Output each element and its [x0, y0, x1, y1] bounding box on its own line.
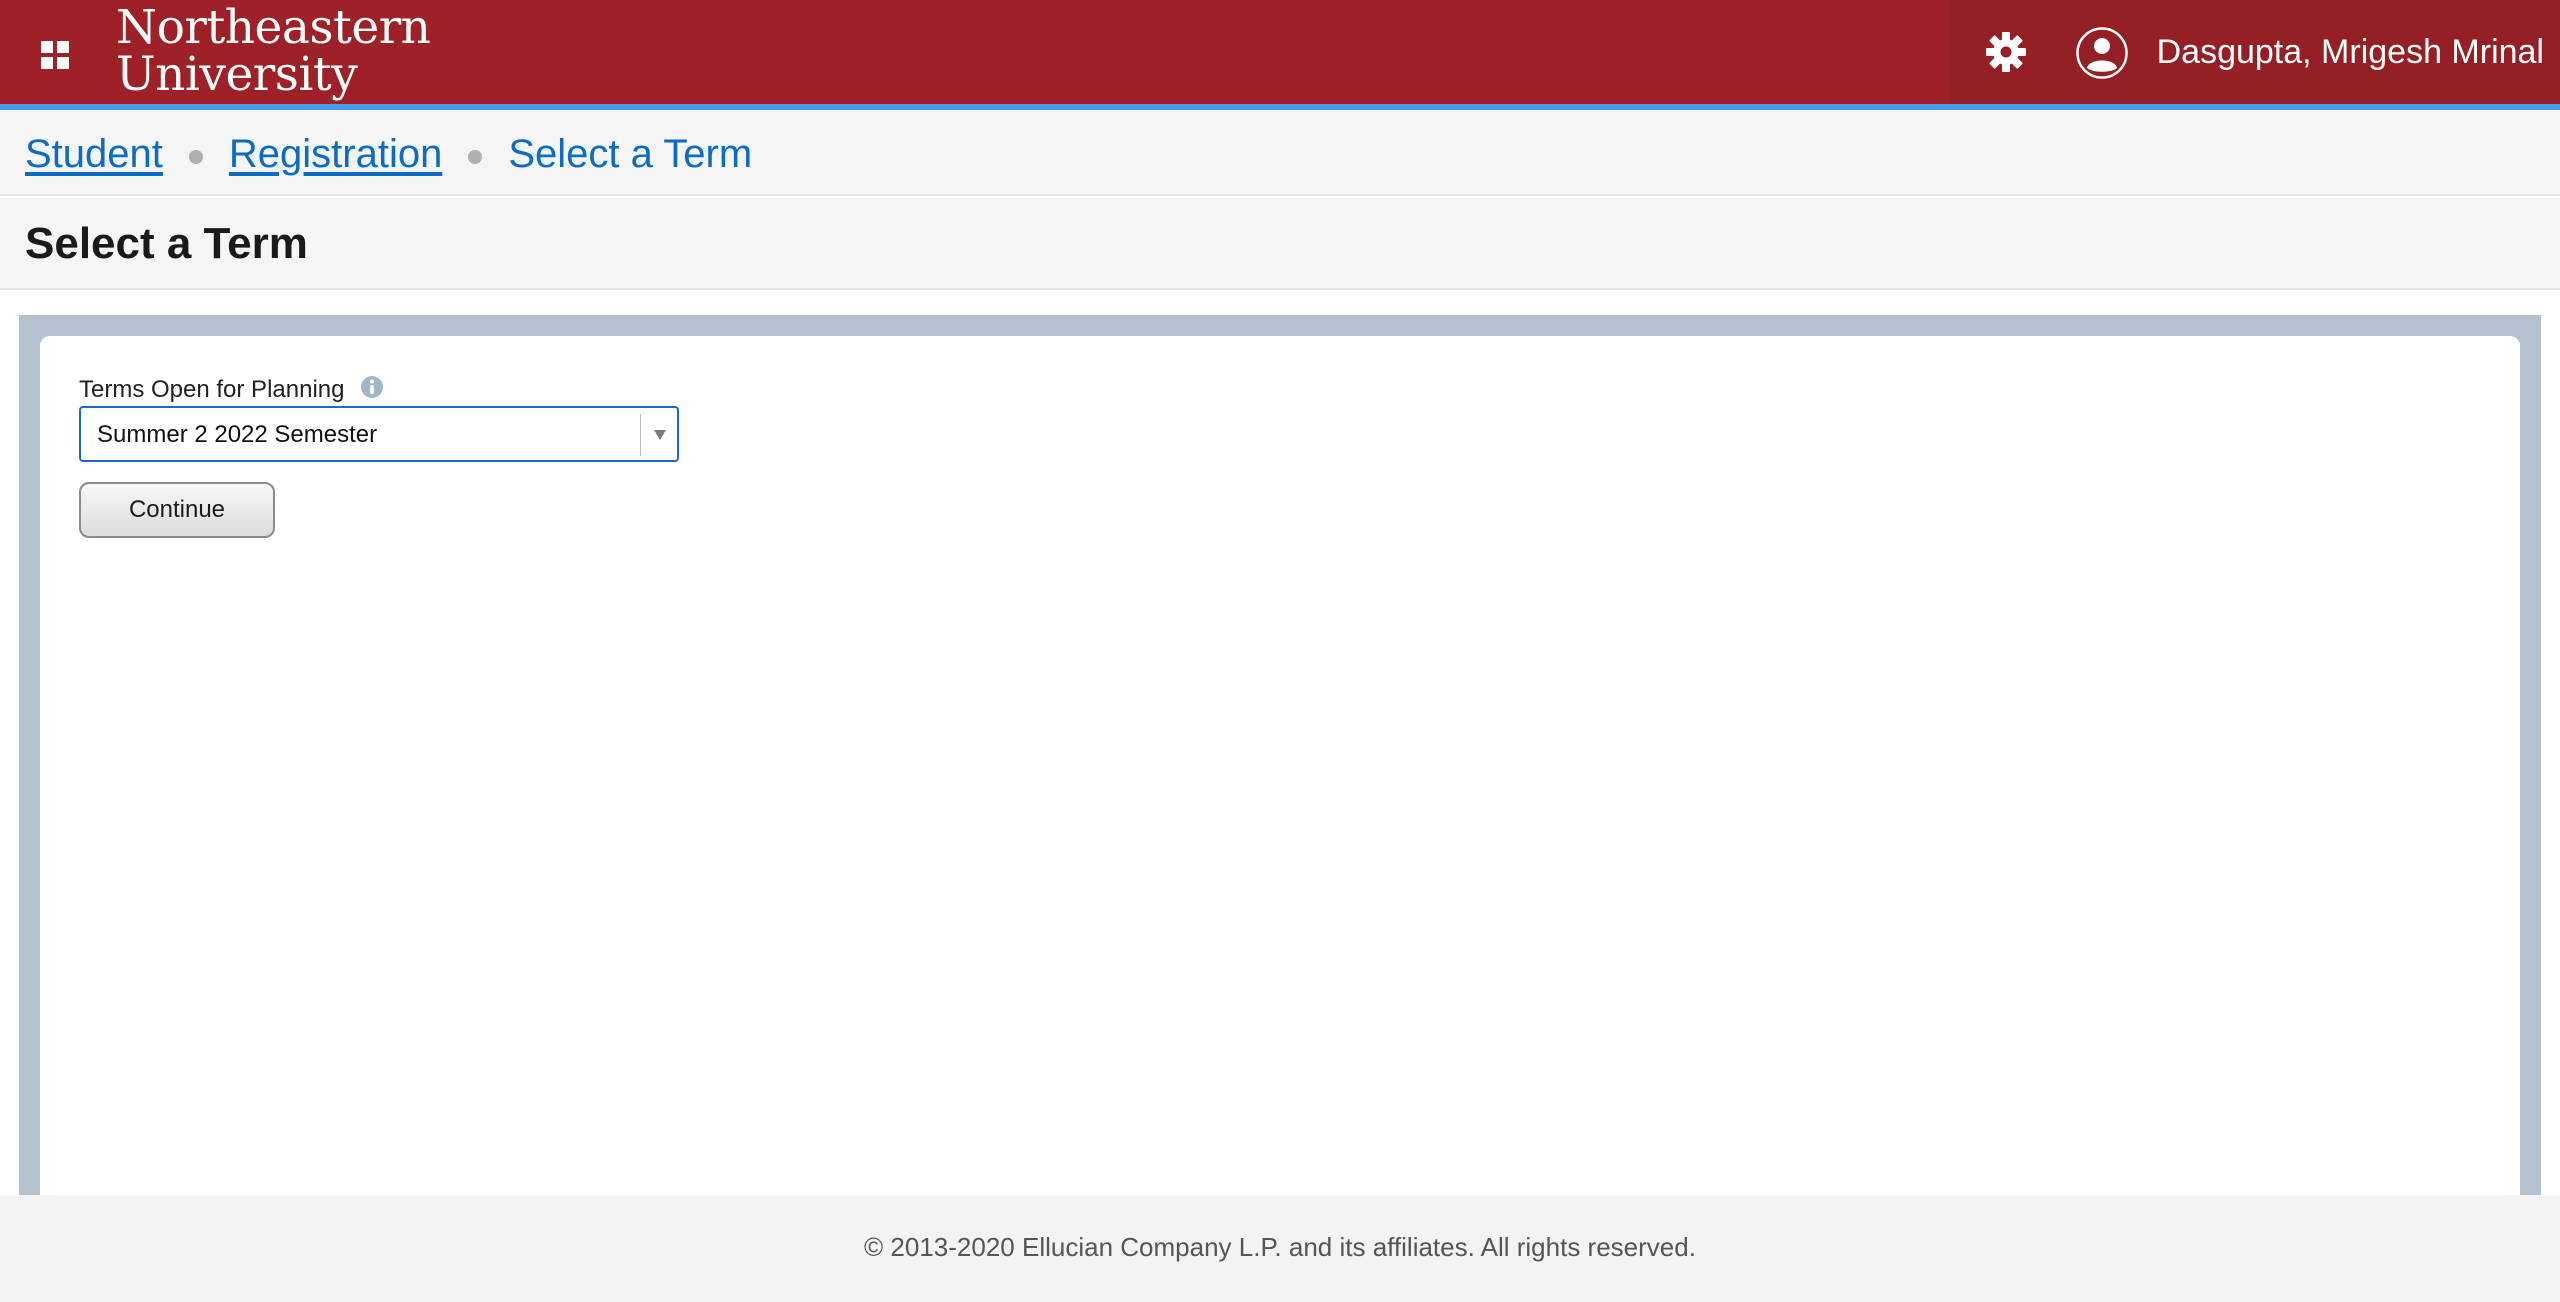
terms-field-label: Terms Open for Planning	[79, 376, 384, 404]
copyright-text: © 2013-2020 Ellucian Company L.P. and it…	[864, 1232, 1696, 1262]
university-logo[interactable]: Northeastern University	[116, 0, 431, 102]
breadcrumb-bar: Student Registration Select a Term	[0, 110, 2560, 196]
continue-button[interactable]: Continue	[79, 482, 275, 538]
breadcrumb: Student Registration Select a Term	[25, 132, 752, 176]
breadcrumb-student-link[interactable]: Student	[25, 132, 163, 176]
selected-term-value: Summer 2 2022 Semester	[97, 421, 378, 448]
breadcrumb-registration-link[interactable]: Registration	[229, 132, 442, 176]
grid-square	[57, 41, 69, 53]
chevron-down-icon[interactable]	[654, 430, 666, 440]
breadcrumb-separator	[188, 150, 203, 164]
page-title: Select a Term	[25, 219, 308, 268]
breadcrumb-separator	[468, 150, 483, 164]
top-header: Northeastern University Dasgupta, Mriges…	[0, 0, 2560, 110]
page-footer: © 2013-2020 Ellucian Company L.P. and it…	[0, 1195, 2560, 1302]
dropdown-divider	[640, 414, 641, 456]
term-selection-panel: Terms Open for Planning Summer 2 2022 Se…	[40, 336, 2520, 1216]
info-icon[interactable]	[360, 375, 384, 399]
grid-square	[57, 57, 69, 69]
terms-label-text: Terms Open for Planning	[79, 376, 345, 403]
title-bar: Select a Term	[0, 198, 2560, 290]
user-avatar-icon[interactable]	[2076, 27, 2128, 79]
logo-line-2: University	[116, 47, 358, 102]
content-frame: Terms Open for Planning Summer 2 2022 Se…	[19, 315, 2541, 1216]
breadcrumb-current: Select a Term	[508, 132, 753, 176]
user-name-menu[interactable]: Dasgupta, Mrigesh Mrinal	[2157, 32, 2544, 72]
logo-line-1: Northeastern	[116, 0, 431, 55]
term-select-dropdown[interactable]: Summer 2 2022 Semester	[79, 406, 679, 462]
grid-square	[41, 57, 53, 69]
grid-square	[41, 41, 53, 53]
apps-grid-icon[interactable]	[32, 32, 78, 78]
gear-icon[interactable]	[1984, 30, 2028, 74]
